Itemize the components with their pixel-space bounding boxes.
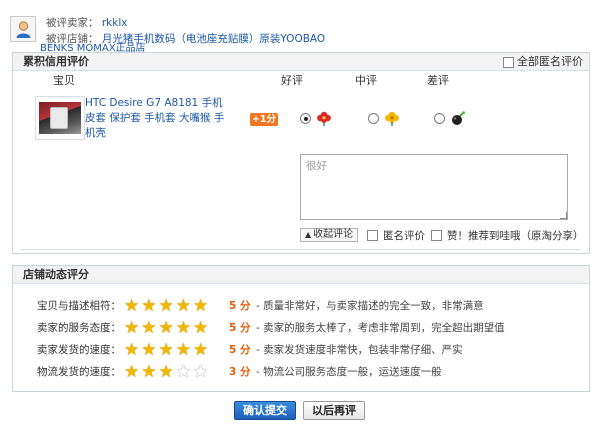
star-icon[interactable]: ★ [193, 319, 208, 337]
star-icon[interactable]: ★ [124, 363, 139, 381]
star-icon[interactable]: ★ [193, 363, 208, 381]
star-icon[interactable]: ★ [159, 341, 174, 359]
shop-name-link-cont[interactable]: BENKS MOMAX正品店 [40, 43, 146, 52]
star-icon[interactable]: ★ [124, 319, 139, 337]
star-icon[interactable]: ★ [159, 363, 174, 381]
star-icon[interactable]: ★ [176, 341, 191, 359]
anonymous-option[interactable]: 匿名评价 [367, 229, 425, 242]
dsr-description: - 卖家发货速度非常快，包装非常仔细、严实 [256, 344, 463, 356]
dsr-score: 5 分 [229, 300, 251, 312]
anonymous-all-label: 全部匿名评价 [517, 55, 583, 68]
star-icon[interactable]: ★ [176, 363, 191, 381]
anonymous-all-checkbox[interactable] [503, 56, 514, 68]
credit-rating-title: 累积信用评价 [23, 55, 89, 68]
dsr-score: 5 分 [229, 344, 251, 356]
black-bomb-icon [452, 111, 465, 125]
star-icon[interactable]: ★ [159, 319, 174, 337]
dsr-score: 3 分 [229, 366, 251, 378]
column-neutral: 中评 [355, 74, 377, 87]
star-rating[interactable]: ★ ★ ★ ★ ★ [124, 319, 208, 337]
dsr-description: - 卖家的服务太棒了，考虑非常周到，完全超出期望值 [256, 322, 505, 334]
rate-later-button[interactable]: 以后再评 [303, 401, 365, 420]
dsr-row: 物流发货的速度： ★ ★ ★ ★ ★ 3 分- 物流公司服务态度一般，运送速度一般 [13, 362, 589, 382]
star-icon[interactable]: ★ [141, 341, 156, 359]
comment-textarea[interactable] [300, 154, 568, 220]
credit-rating-header: 累积信用评价 全部匿名评价 [13, 53, 589, 71]
rating-option-good[interactable] [300, 111, 332, 126]
dsr-description: - 物流公司服务态度一般，运送速度一般 [256, 366, 442, 378]
anonymous-checkbox[interactable] [367, 230, 378, 241]
shop-dsr-panel: 店铺动态评分 宝贝与描述相符： ★ ★ ★ ★ ★ 5 分- 质量非常好，与卖家描述的完全一… [12, 265, 590, 392]
dsr-row-label: 物流发货的速度： [37, 366, 121, 378]
recommend-option[interactable]: 赞！推荐到哇哦（原淘分享） [431, 229, 584, 242]
shop-dsr-header: 店铺动态评分 [13, 266, 589, 284]
textarea-resize-handle[interactable] [560, 212, 567, 219]
shop-dsr-title: 店铺动态评分 [23, 268, 89, 281]
user-icon [16, 21, 31, 38]
item-thumbnail[interactable] [35, 96, 85, 140]
column-good: 好评 [281, 74, 303, 87]
column-item: 宝贝 [53, 74, 75, 87]
collapse-comment-label: 收起评论 [313, 229, 354, 240]
points-badge: +1分 [250, 113, 278, 126]
dsr-row: 卖家的服务态度： ★ ★ ★ ★ ★ 5 分- 卖家的服务太棒了，考虑非常周到，完全超出期望… [13, 318, 589, 338]
divider [21, 249, 581, 250]
dsr-row: 宝贝与描述相符： ★ ★ ★ ★ ★ 5 分- 质量非常好，与卖家描述的完全一致，非常满意 [13, 296, 589, 316]
recommend-label: 赞！推荐到哇哦（原淘分享） [447, 230, 584, 242]
dsr-row: 卖家发货的速度： ★ ★ ★ ★ ★ 5 分- 卖家发货速度非常快，包装非常仔细、严实 [13, 340, 589, 360]
anonymous-label: 匿名评价 [383, 230, 425, 242]
rating-option-neutral[interactable] [368, 111, 400, 126]
dsr-row-label: 宝贝与描述相符： [37, 300, 121, 312]
star-icon[interactable]: ★ [159, 297, 174, 315]
recommend-checkbox[interactable] [431, 230, 442, 241]
yellow-flower-icon [385, 111, 399, 126]
star-icon[interactable]: ★ [141, 297, 156, 315]
triangle-up-icon: ▲ [305, 230, 312, 239]
anonymous-all-option[interactable]: 全部匿名评价 [503, 55, 583, 69]
star-icon[interactable]: ★ [176, 319, 191, 337]
rating-option-bad[interactable] [434, 111, 466, 126]
dsr-row-label: 卖家发货的速度： [37, 344, 121, 356]
star-rating[interactable]: ★ ★ ★ ★ ★ [124, 341, 208, 359]
star-icon[interactable]: ★ [141, 319, 156, 337]
star-icon[interactable]: ★ [124, 341, 139, 359]
seller-label: 被评卖家： [46, 17, 99, 29]
dsr-score: 5 分 [229, 322, 251, 334]
star-icon[interactable]: ★ [193, 341, 208, 359]
avatar [10, 16, 36, 42]
credit-rating-panel: 累积信用评价 全部匿名评价 宝贝 好评 中评 差评 HTC Desire G7 … [12, 52, 590, 254]
star-icon[interactable]: ★ [193, 297, 208, 315]
star-icon[interactable]: ★ [141, 363, 156, 381]
column-bad: 差评 [427, 74, 449, 87]
bad-radio[interactable] [434, 113, 445, 124]
item-image-detail [50, 107, 68, 129]
submit-button[interactable]: 确认提交 [234, 401, 296, 420]
star-rating[interactable]: ★ ★ ★ ★ ★ [124, 363, 208, 381]
dsr-row-label: 卖家的服务态度： [37, 322, 121, 334]
red-flower-icon [317, 111, 331, 126]
star-icon[interactable]: ★ [176, 297, 191, 315]
collapse-comment-button[interactable]: ▲ 收起评论 [300, 228, 359, 242]
star-icon[interactable]: ★ [124, 297, 139, 315]
star-rating[interactable]: ★ ★ ★ ★ ★ [124, 297, 208, 315]
seller-name-link[interactable]: rkklx [102, 17, 128, 29]
dsr-description: - 质量非常好，与卖家描述的完全一致，非常满意 [256, 300, 484, 312]
good-radio[interactable] [300, 113, 311, 124]
item-name-link[interactable]: HTC Desire G7 A8181 手机皮套 保护套 手机套 大嘴猴 手机壳 [85, 96, 230, 141]
neutral-radio[interactable] [368, 113, 379, 124]
